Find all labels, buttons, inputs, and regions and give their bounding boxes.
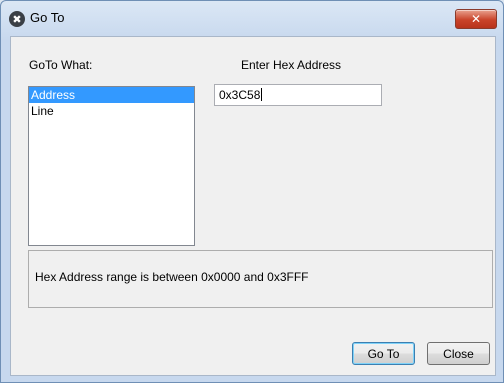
list-item-address[interactable]: Address (29, 87, 194, 103)
goto-button[interactable]: Go To (352, 342, 415, 365)
info-panel: Hex Address range is between 0x0000 and … (28, 250, 493, 308)
goto-button-label: Go To (367, 346, 400, 361)
enter-hex-label: Enter Hex Address (241, 58, 342, 72)
list-item-line[interactable]: Line (29, 103, 194, 119)
goto-dialog: ✖ Go To ✕ GoTo What: Enter Hex Address A… (0, 0, 504, 383)
app-icon: ✖ (9, 11, 25, 27)
close-button[interactable]: Close (427, 342, 490, 365)
hex-address-value: 0x3C58 (219, 88, 261, 102)
close-button-label: Close (443, 346, 474, 361)
window-close-button[interactable]: ✕ (455, 9, 497, 29)
range-info-text: Hex Address range is between 0x0000 and … (35, 270, 309, 284)
goto-what-label: GoTo What: (29, 58, 93, 72)
dialog-body: GoTo What: Enter Hex Address Address Lin… (10, 36, 496, 376)
text-caret (261, 88, 263, 101)
title-bar[interactable]: ✖ Go To ✕ (1, 1, 503, 35)
goto-what-listbox[interactable]: Address Line (28, 86, 195, 246)
close-icon: ✕ (470, 12, 482, 26)
hex-address-input[interactable]: 0x3C58 (214, 84, 382, 106)
window-title: Go To (30, 10, 65, 25)
